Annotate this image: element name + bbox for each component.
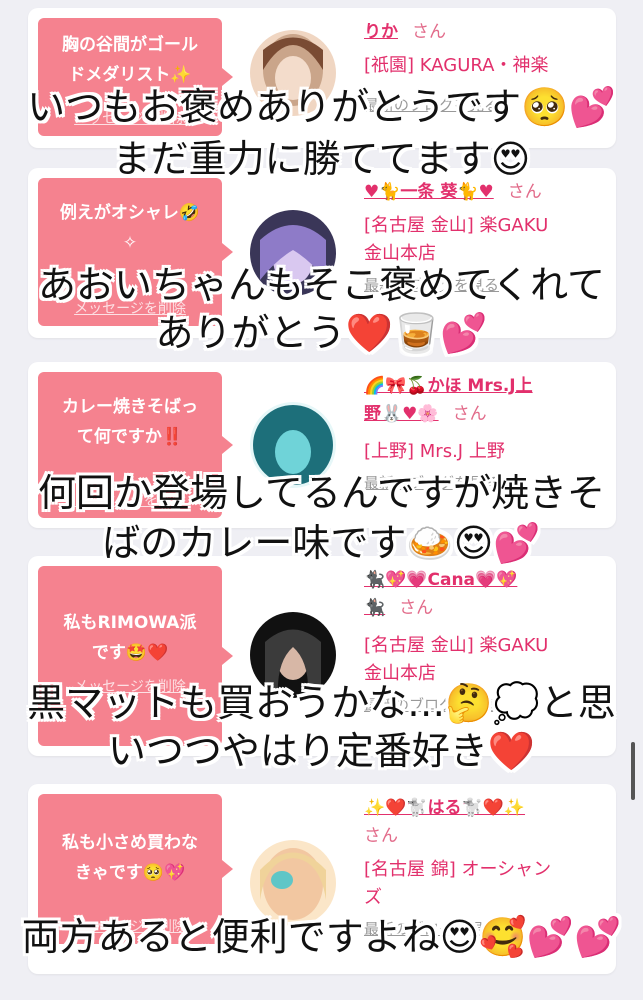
overlay-caption: あおいちゃんもそこ褒めてくれて <box>38 263 605 307</box>
message-text: 胸の谷間がゴール ドメダリスト✨ <box>62 35 198 85</box>
shop-name[interactable]: [名古屋 錦] オーシャン ズ <box>364 856 614 912</box>
cast-name[interactable]: 🌈🎀🍒かほ Mrs.J上 野🐰♥🌸 さん <box>364 372 614 428</box>
message-text: 例えがオシャレ🤣 ✧ <box>59 203 201 253</box>
message-text: カレー焼きそばっ て何ですか‼️ <box>62 397 198 447</box>
message-card: 私もRIMOWA派 です🤩❤️ メッセージを削除 🐈‍⬛💖💗Cana💗💖 🐈‍⬛… <box>28 556 616 756</box>
overlay-caption: いつつやはり定番好き❤️ <box>107 729 536 773</box>
cast-name[interactable]: ✨❤️🐩はる🐩❤️✨ さん <box>364 794 614 850</box>
shop-name[interactable]: [名古屋 金山] 楽GAKU 金山本店 <box>364 212 614 268</box>
overlay-caption: 何回か登場してるんですが焼きそ <box>38 471 605 515</box>
overlay-caption: ばのカレー味です🍛😍💕 <box>102 521 541 565</box>
overlay-caption: ありがとう❤️🥃💕 <box>155 311 488 355</box>
message-text: 私もRIMOWA派 です🤩❤️ <box>63 613 197 663</box>
overlay-caption: 両方あると便利ですよね😍🥰💕💕 <box>21 915 622 959</box>
shop-name[interactable]: [上野] Mrs.J 上野 <box>364 438 614 466</box>
cast-name[interactable]: ♥🐈一条 葵🐈♥ さん <box>364 178 614 206</box>
shop-name[interactable]: [祇園] KAGURA・神楽 <box>364 52 614 80</box>
scrollbar[interactable] <box>631 742 635 800</box>
cast-name[interactable]: りか さん <box>364 18 614 46</box>
overlay-caption: いつもお褒めありがとうです🥺💕 <box>27 85 616 129</box>
overlay-caption: まだ重力に勝ててます😍 <box>112 137 531 181</box>
cast-name[interactable]: 🐈‍⬛💖💗Cana💗💖 🐈‍⬛ さん <box>364 566 614 622</box>
overlay-caption: 黒マットも買おうかな…🤔💭と思 <box>27 681 616 725</box>
message-text: 私も小さめ買わな きゃです🥺💖 <box>62 833 198 883</box>
